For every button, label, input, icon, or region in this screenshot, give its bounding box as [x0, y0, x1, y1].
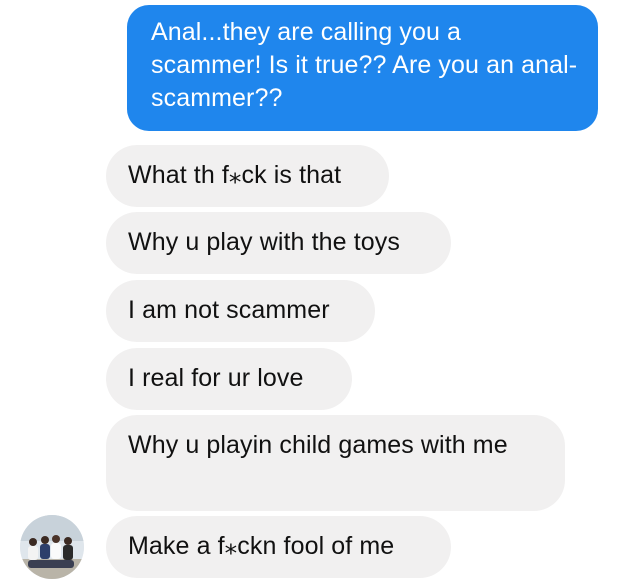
received-message-bubble[interactable]: What th f⁎ck is that	[106, 145, 389, 207]
received-message-bubble[interactable]: Why u play with the toys	[106, 212, 451, 274]
group-photo-avatar-icon	[20, 515, 84, 579]
message-thread: Anal...they are calling you a scammer! I…	[0, 0, 640, 588]
received-message-bubble[interactable]: I real for ur love	[106, 348, 352, 410]
contact-avatar[interactable]	[20, 515, 84, 579]
sent-message-bubble[interactable]: Anal...they are calling you a scammer! I…	[127, 5, 598, 131]
received-message-bubble[interactable]: Why u playin child games with me	[106, 415, 565, 511]
received-message-bubble[interactable]: I am not scammer	[106, 280, 375, 342]
received-message-bubble[interactable]: Make a f⁎ckn fool of me	[106, 516, 451, 578]
